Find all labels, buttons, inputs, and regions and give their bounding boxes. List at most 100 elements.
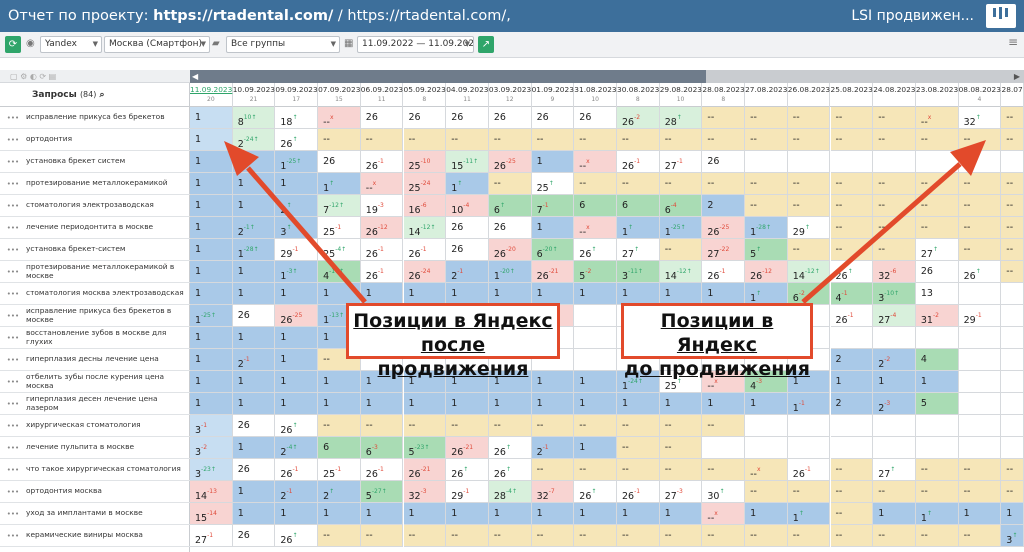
position-cell[interactable]: 7-1 bbox=[531, 195, 575, 217]
position-cell[interactable]: 1 bbox=[617, 393, 660, 415]
position-cell[interactable]: 27-22 bbox=[702, 239, 746, 261]
query-row[interactable]: ••• лечение периодонтита в москве bbox=[0, 217, 190, 239]
position-cell[interactable]: 3↑ bbox=[275, 217, 319, 239]
position-cell[interactable]: 26 bbox=[488, 107, 532, 129]
position-cell[interactable]: 26-21 bbox=[446, 437, 489, 459]
position-cell[interactable]: 1 bbox=[488, 503, 532, 525]
position-cell[interactable]: 1 bbox=[659, 503, 703, 525]
position-cell[interactable]: -- bbox=[488, 173, 532, 195]
position-cell[interactable]: 1 bbox=[190, 129, 233, 151]
position-cell[interactable]: -- bbox=[787, 481, 831, 503]
position-cell[interactable] bbox=[574, 349, 617, 371]
position-cell[interactable]: 1 bbox=[190, 239, 233, 261]
position-cell[interactable]: 1-3↑ bbox=[275, 261, 319, 283]
position-cell[interactable]: -- bbox=[915, 217, 959, 239]
position-cell[interactable]: 26↑ bbox=[574, 239, 617, 261]
position-cell[interactable]: 26-25 bbox=[275, 305, 319, 327]
position-cell[interactable] bbox=[1001, 393, 1024, 415]
position-cell[interactable]: 26↑ bbox=[958, 261, 1002, 283]
position-cell[interactable]: 2-4↑ bbox=[275, 437, 319, 459]
position-cell[interactable] bbox=[745, 437, 788, 459]
position-cell[interactable]: -- bbox=[574, 173, 617, 195]
position-cell[interactable]: -- bbox=[531, 415, 575, 437]
row-menu-icon[interactable]: ••• bbox=[0, 488, 26, 496]
query-row[interactable]: ••• стоматология москва электрозаводская bbox=[0, 283, 190, 305]
position-cell[interactable]: --x bbox=[915, 107, 959, 129]
query-row[interactable]: ••• установка брекет-систем bbox=[0, 239, 190, 261]
date-column-header[interactable]: 23.08.2023 bbox=[916, 83, 959, 107]
position-cell[interactable]: 26-1 bbox=[275, 459, 319, 481]
position-cell[interactable]: 26-1 bbox=[403, 239, 447, 261]
position-cell[interactable]: 1 bbox=[275, 173, 319, 195]
position-cell[interactable]: -- bbox=[915, 459, 959, 481]
position-cell[interactable]: 28↑ bbox=[659, 107, 703, 129]
position-cell[interactable]: -- bbox=[403, 129, 447, 151]
position-cell[interactable]: 1 bbox=[403, 503, 447, 525]
position-cell[interactable]: 3-2 bbox=[190, 437, 233, 459]
position-cell[interactable]: -- bbox=[873, 107, 916, 129]
export-button[interactable]: ↗ bbox=[478, 36, 494, 53]
position-cell[interactable]: -- bbox=[873, 217, 916, 239]
position-cell[interactable]: 30↑ bbox=[702, 481, 746, 503]
position-cell[interactable]: -- bbox=[659, 239, 703, 261]
position-cell[interactable]: -- bbox=[574, 525, 617, 547]
position-cell[interactable]: 5↑ bbox=[745, 239, 788, 261]
position-cell[interactable]: 2-24↑ bbox=[232, 129, 276, 151]
scroll-right-icon[interactable]: ▶ bbox=[1014, 70, 1020, 83]
position-cell[interactable]: -- bbox=[659, 415, 703, 437]
position-cell[interactable]: 1 bbox=[531, 151, 575, 173]
query-row[interactable]: ••• стоматология электрозаводская bbox=[0, 195, 190, 217]
position-cell[interactable]: 32-7 bbox=[531, 481, 575, 503]
position-cell[interactable]: 26↑ bbox=[830, 261, 874, 283]
position-cell[interactable]: 3-1 bbox=[190, 415, 233, 437]
row-menu-icon[interactable]: ••• bbox=[0, 290, 26, 298]
position-cell[interactable]: 14-13 bbox=[190, 481, 233, 503]
position-cell[interactable]: 1-25↑ bbox=[275, 151, 319, 173]
position-cell[interactable] bbox=[873, 415, 916, 437]
position-cell[interactable]: -- bbox=[873, 129, 916, 151]
position-cell[interactable]: 1 bbox=[873, 371, 916, 393]
position-cell[interactable]: 1 bbox=[574, 371, 617, 393]
position-cell[interactable]: 26-1 bbox=[360, 459, 404, 481]
row-menu-icon[interactable]: ••• bbox=[0, 422, 26, 430]
position-cell[interactable]: 1 bbox=[275, 371, 319, 393]
date-column-header[interactable]: 11.09.2023 20 bbox=[190, 83, 233, 107]
position-cell[interactable]: 25-1 bbox=[318, 459, 361, 481]
position-cell[interactable] bbox=[1001, 349, 1024, 371]
position-cell[interactable]: 1↑ bbox=[617, 217, 660, 239]
position-cell[interactable]: 2-3 bbox=[873, 393, 916, 415]
position-cell[interactable]: 14-12↑ bbox=[787, 261, 831, 283]
position-cell[interactable]: -- bbox=[531, 129, 575, 151]
position-cell[interactable]: -- bbox=[1001, 195, 1024, 217]
position-cell[interactable]: -- bbox=[787, 239, 831, 261]
position-cell[interactable]: -- bbox=[745, 481, 788, 503]
position-cell[interactable]: 26-1 bbox=[702, 261, 746, 283]
date-column-header[interactable]: 05.09.2023 8 bbox=[404, 83, 447, 107]
position-cell[interactable]: 1 bbox=[190, 349, 233, 371]
position-cell[interactable]: -- bbox=[360, 415, 404, 437]
position-cell[interactable]: -- bbox=[702, 525, 746, 547]
position-cell[interactable] bbox=[958, 283, 1002, 305]
position-cell[interactable]: 25-1 bbox=[318, 217, 361, 239]
position-cell[interactable]: -- bbox=[1001, 239, 1024, 261]
query-row[interactable]: ••• восстановление зубов в москве для глу… bbox=[0, 327, 190, 349]
position-cell[interactable]: 6-4 bbox=[659, 195, 703, 217]
position-cell[interactable]: 1-25↑ bbox=[659, 217, 703, 239]
position-cell[interactable] bbox=[958, 437, 1002, 459]
query-row[interactable]: ••• керамические виниры москва bbox=[0, 525, 190, 547]
position-cell[interactable]: 1 bbox=[232, 327, 276, 349]
row-menu-icon[interactable]: ••• bbox=[0, 224, 26, 232]
position-cell[interactable]: 29-1 bbox=[958, 305, 1002, 327]
position-cell[interactable]: 26 bbox=[702, 151, 746, 173]
position-cell[interactable]: 2 bbox=[830, 393, 874, 415]
position-cell[interactable]: 26-1 bbox=[830, 305, 874, 327]
row-menu-icon[interactable]: ••• bbox=[0, 202, 26, 210]
position-cell[interactable]: 1 bbox=[190, 371, 233, 393]
project-site-link[interactable]: https://rtadental.com/ bbox=[153, 8, 333, 24]
position-cell[interactable]: -- bbox=[617, 173, 660, 195]
date-column-header[interactable]: 24.08.2023 bbox=[873, 83, 916, 107]
position-cell[interactable]: 1 bbox=[232, 173, 276, 195]
date-column-header[interactable]: 25.08.2023 bbox=[831, 83, 874, 107]
position-cell[interactable]: 26 bbox=[446, 239, 489, 261]
position-cell[interactable]: 1 bbox=[574, 393, 617, 415]
